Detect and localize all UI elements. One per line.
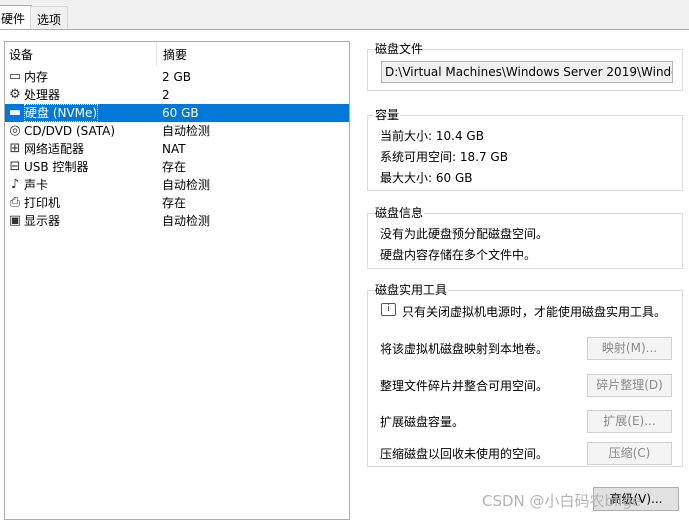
expand-description: 扩展磁盘容量。: [380, 415, 465, 429]
disk-info-line-2: 硬盘内容存储在多个文件中。: [380, 248, 537, 262]
device-row-processor[interactable]: ⚙ 处理器 2: [5, 86, 349, 104]
utilities-notice: 只有关闭虚拟机电源时，才能使用磁盘实用工具。: [402, 305, 667, 319]
disk-file-path-field[interactable]: D:\Virtual Machines\Windows Server 2019\…: [381, 61, 673, 83]
column-header-device[interactable]: 设备: [9, 42, 33, 66]
expand-button[interactable]: 扩展(E)...: [587, 410, 672, 433]
compact-button[interactable]: 压缩(C): [587, 442, 672, 465]
device-label: 网络适配器: [24, 142, 85, 156]
group-title-disk-file: 磁盘文件: [374, 42, 425, 56]
device-summary: NAT: [162, 142, 186, 156]
disk-utilities-group: 磁盘实用工具 i 只有关闭虚拟机电源时，才能使用磁盘实用工具。 将该虚拟机磁盘映…: [367, 283, 683, 467]
device-row-sound-card[interactable]: ♪ 声卡 自动检测: [5, 176, 349, 194]
device-label: CD/DVD (SATA): [24, 124, 116, 138]
device-summary: 2 GB: [162, 70, 191, 84]
device-row-memory[interactable]: ▭ 内存 2 GB: [5, 68, 349, 86]
processor-icon: ⚙: [9, 87, 21, 102]
tab-hardware[interactable]: 硬件: [0, 5, 32, 30]
device-row-display[interactable]: ▣ 显示器 自动检测: [5, 212, 349, 230]
device-row-usb-controller[interactable]: ⊟ USB 控制器 存在: [5, 158, 349, 176]
device-summary: 自动检测: [162, 214, 211, 228]
device-row-printer[interactable]: ⎙ 打印机 存在: [5, 194, 349, 212]
disk-info-line-1: 没有为此硬盘预分配磁盘空间。: [380, 227, 549, 241]
display-icon: ▣: [8, 213, 22, 228]
network-adapter-icon: ⊞: [9, 141, 21, 156]
device-summary: 自动检测: [162, 124, 211, 138]
memory-icon: ▭: [8, 69, 22, 84]
tab-options[interactable]: 选项: [30, 6, 68, 30]
compact-description: 压缩磁盘以回收未使用的空间。: [380, 447, 549, 461]
device-list[interactable]: 设备 摘要 ▭ 内存 2 GB ⚙ 处理器 2 ▬ 硬盘 (NVMe) 60 G…: [4, 41, 350, 520]
device-row-network-adapter[interactable]: ⊞ 网络适配器 NAT: [5, 140, 349, 158]
defragment-button[interactable]: 碎片整理(D): [587, 374, 672, 397]
max-size-text: 最大大小: 60 GB: [380, 171, 473, 185]
device-summary: 60 GB: [162, 106, 199, 120]
device-summary: 自动检测: [162, 178, 211, 192]
csdn-watermark: CSDN @小白码农bilge: [482, 492, 642, 510]
info-icon: i: [381, 303, 396, 316]
column-header-summary[interactable]: 摘要: [163, 42, 187, 66]
hard-disk-icon: ▬: [8, 105, 22, 120]
group-title-utilities: 磁盘实用工具: [374, 283, 449, 297]
capacity-group: 容量 当前大小: 10.4 GB 系统可用空间: 18.7 GB 最大大小: 6…: [367, 108, 683, 191]
device-label: 处理器: [24, 88, 61, 102]
disk-info-group: 磁盘信息 没有为此硬盘预分配磁盘空间。 硬盘内容存储在多个文件中。: [367, 206, 683, 269]
device-label: 内存: [24, 70, 49, 84]
device-label: 硬盘 (NVMe): [24, 104, 99, 122]
printer-icon: ⎙: [9, 195, 21, 210]
cd-dvd-icon: ◎: [9, 123, 21, 138]
current-size-text: 当前大小: 10.4 GB: [380, 129, 484, 143]
map-button[interactable]: 映射(M)...: [587, 337, 672, 360]
tab-strip: 硬件 选项: [0, 0, 689, 30]
device-row-cd-dvd[interactable]: ◎ CD/DVD (SATA) 自动检测: [5, 122, 349, 140]
sound-card-icon: ♪: [10, 177, 20, 192]
usb-controller-icon: ⊟: [9, 159, 21, 174]
defrag-description: 整理文件碎片并整合可用空间。: [380, 379, 549, 393]
device-summary: 2: [162, 88, 170, 102]
device-summary: 存在: [162, 160, 187, 174]
group-title-capacity: 容量: [374, 108, 401, 122]
group-title-disk-info: 磁盘信息: [374, 206, 425, 220]
device-row-hard-disk[interactable]: ▬ 硬盘 (NVMe) 60 GB: [5, 104, 349, 122]
device-summary: 存在: [162, 196, 187, 210]
tab-content: 设备 摘要 ▭ 内存 2 GB ⚙ 处理器 2 ▬ 硬盘 (NVMe) 60 G…: [0, 30, 689, 520]
map-description: 将该虚拟机磁盘映射到本地卷。: [380, 342, 549, 356]
device-label: 打印机: [24, 196, 61, 210]
device-label: 声卡: [24, 178, 49, 192]
device-label: 显示器: [24, 214, 61, 228]
disk-file-group: 磁盘文件 D:\Virtual Machines\Windows Server …: [367, 42, 683, 91]
column-separator[interactable]: [156, 42, 157, 66]
system-free-text: 系统可用空间: 18.7 GB: [380, 150, 508, 164]
device-label: USB 控制器: [24, 160, 89, 174]
